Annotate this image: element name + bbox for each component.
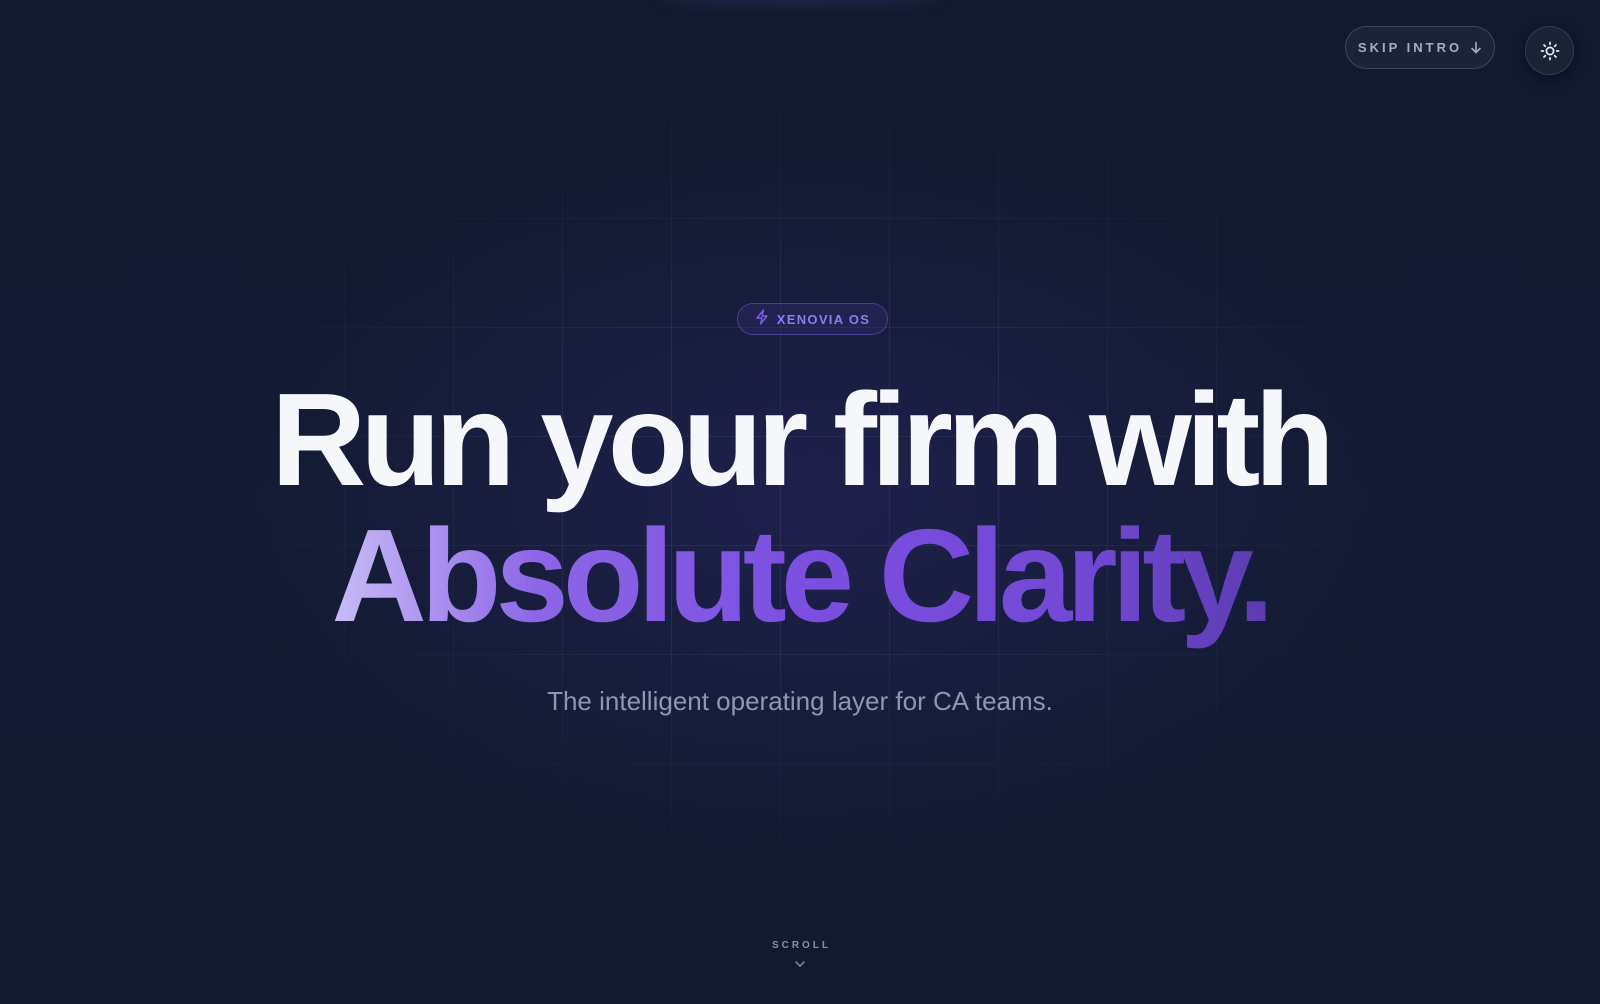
chevron-down-icon bbox=[794, 955, 806, 973]
lightning-icon bbox=[755, 308, 769, 330]
scroll-label: SCROLL bbox=[771, 940, 832, 951]
headline-gradient-text: Absolute Clarity. bbox=[331, 502, 1274, 649]
headline-line-2: Absolute Clarity. bbox=[0, 510, 1600, 642]
intro-page: SKIP INTRO XENOVIA OS Run your firm with… bbox=[0, 0, 1600, 1004]
skip-intro-label: SKIP INTRO bbox=[1357, 40, 1463, 55]
sun-icon bbox=[1540, 41, 1560, 61]
arrow-down-icon bbox=[1470, 41, 1482, 54]
product-badge: XENOVIA OS bbox=[737, 303, 888, 335]
scroll-indicator[interactable]: SCROLL bbox=[750, 940, 850, 973]
headline-line-1: Run your firm with bbox=[271, 366, 1335, 513]
skip-intro-button[interactable]: SKIP INTRO bbox=[1345, 26, 1495, 69]
badge-label: XENOVIA OS bbox=[776, 311, 871, 327]
theme-toggle-button[interactable] bbox=[1525, 26, 1574, 75]
hero-subtitle: The intelligent operating layer for CA t… bbox=[547, 686, 1053, 716]
